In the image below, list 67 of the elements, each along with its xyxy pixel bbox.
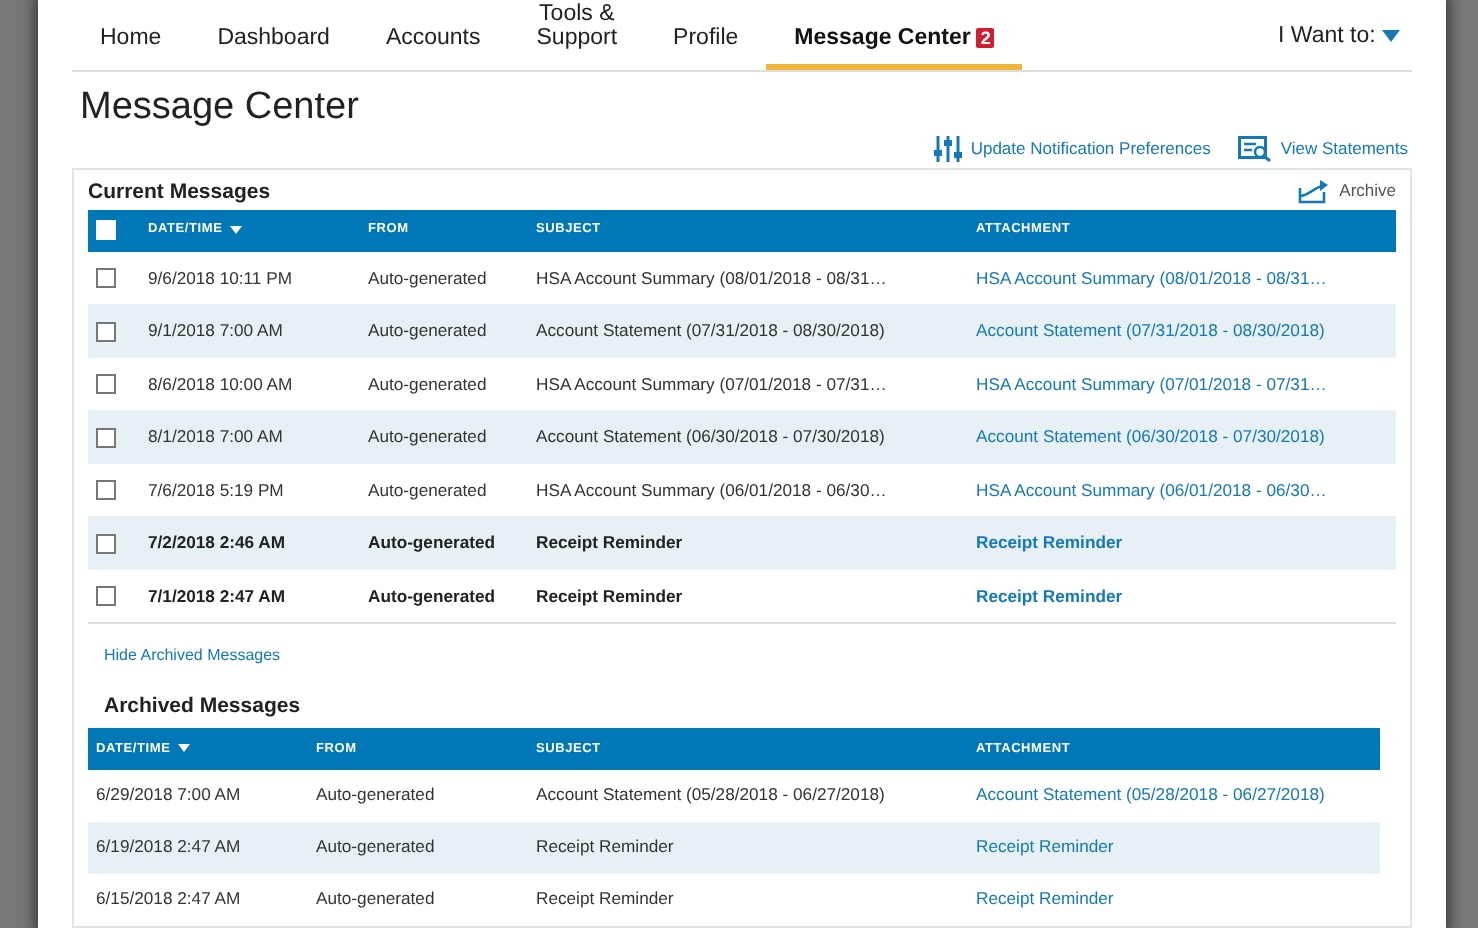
table-cell: 6/29/2018 7:00 AM	[88, 769, 308, 822]
table-cell: 6/15/2018 2:47 AM	[88, 873, 308, 926]
attachment-link[interactable]: HSA Account Summary (08/01/2018 - 08/31…	[976, 267, 1327, 288]
attachment-link[interactable]: HSA Account Summary (07/01/2018 - 07/31…	[976, 373, 1327, 394]
preferences-link[interactable]: Update Notification Preferences	[934, 135, 1211, 162]
nav-tab[interactable]: Home	[72, 27, 190, 70]
page-title: Message Center	[80, 86, 361, 132]
row-checkbox[interactable]	[96, 533, 116, 554]
nav-tab[interactable]: Tools & Support	[508, 4, 646, 70]
table-cell: Auto-generated	[360, 304, 528, 358]
i-want-to-menu[interactable]: I Want to:	[1266, 17, 1412, 70]
attachment-link[interactable]: HSA Account Summary (06/01/2018 - 06/30…	[976, 479, 1327, 500]
attachment-link[interactable]: Account Statement (05/28/2018 - 06/27/2018)	[976, 784, 1325, 805]
document-search-icon	[1238, 135, 1273, 162]
table-cell: 7/2/2018 2:46 AM	[140, 516, 360, 570]
table-cell: Auto-generated	[308, 821, 528, 874]
table-cell: Auto-generated	[308, 873, 528, 926]
section-title: Archived Messages	[104, 694, 303, 720]
table-cell: HSA Account Summary (08/01/2018 - 08/31…	[528, 251, 968, 305]
nav-tab[interactable]: Dashboard	[189, 27, 358, 70]
table-cell: Auto-generated	[360, 516, 528, 570]
hide-archived-link[interactable]: Hide Archived Messages	[104, 644, 281, 669]
sliders-icon	[934, 135, 963, 162]
table-cell: 6/19/2018 2:47 AM	[88, 821, 308, 874]
nav-tab[interactable]: Message Center 2	[766, 27, 1023, 70]
attachment-link[interactable]: Receipt Reminder	[976, 836, 1114, 857]
table-cell: Auto-generated	[360, 463, 528, 517]
row-checkbox[interactable]	[96, 374, 116, 395]
view-statements-link[interactable]: View Statements	[1238, 135, 1408, 162]
attachment-link[interactable]: Receipt Reminder	[976, 888, 1114, 909]
table-cell: 8/6/2018 10:00 AM	[140, 357, 360, 411]
table-cell: Receipt Reminder	[528, 516, 968, 570]
table-cell: Account Statement (06/30/2018 - 07/30/2018)	[528, 410, 968, 464]
table-cell: HSA Account Summary (07/01/2018 - 07/31…	[528, 357, 968, 411]
table-cell: 9/6/2018 10:11 PM	[140, 251, 360, 305]
table-cell: 7/6/2018 5:19 PM	[140, 463, 360, 517]
table-cell: Auto-generated	[360, 251, 528, 305]
count-badge: 2	[976, 27, 995, 47]
archive-icon	[1297, 178, 1330, 205]
sort-caret-icon	[178, 743, 191, 752]
table-cell: Auto-generated	[360, 357, 528, 411]
attachment-link[interactable]: Receipt Reminder	[976, 532, 1123, 553]
attachment-link[interactable]: Receipt Reminder	[976, 585, 1123, 606]
table-cell: HSA Account Summary (06/01/2018 - 06/30…	[528, 463, 968, 517]
table-cell: Account Statement (07/31/2018 - 08/30/2018)	[528, 304, 968, 358]
table-cell: 7/1/2018 2:47 AM	[140, 569, 360, 623]
table-cell: Auto-generated	[360, 569, 528, 623]
sort-caret-icon	[230, 225, 243, 234]
table-cell: Receipt Reminder	[528, 873, 968, 926]
row-checkbox[interactable]	[96, 321, 116, 342]
row-checkbox[interactable]	[96, 427, 116, 448]
table-cell: Auto-generated	[360, 410, 528, 464]
archive-button[interactable]: Archive	[1297, 178, 1396, 205]
table-cell: 8/1/2018 7:00 AM	[140, 410, 360, 464]
caret-down-icon	[1382, 29, 1400, 42]
row-checkbox[interactable]	[96, 480, 116, 501]
row-checkbox[interactable]	[96, 268, 116, 289]
table-cell: Receipt Reminder	[528, 569, 968, 623]
table-cell: Account Statement (05/28/2018 - 06/27/2018)	[528, 769, 968, 822]
nav-tab[interactable]: Profile	[645, 27, 767, 70]
row-checkbox[interactable]	[96, 586, 116, 607]
select-all-checkbox[interactable]	[96, 220, 116, 241]
table-cell: 9/1/2018 7:00 AM	[140, 304, 360, 358]
nav-tab[interactable]: Accounts	[357, 27, 509, 70]
section-title: Current Messages	[88, 179, 271, 205]
table-cell: Auto-generated	[308, 769, 528, 822]
table-cell: Receipt Reminder	[528, 821, 968, 874]
